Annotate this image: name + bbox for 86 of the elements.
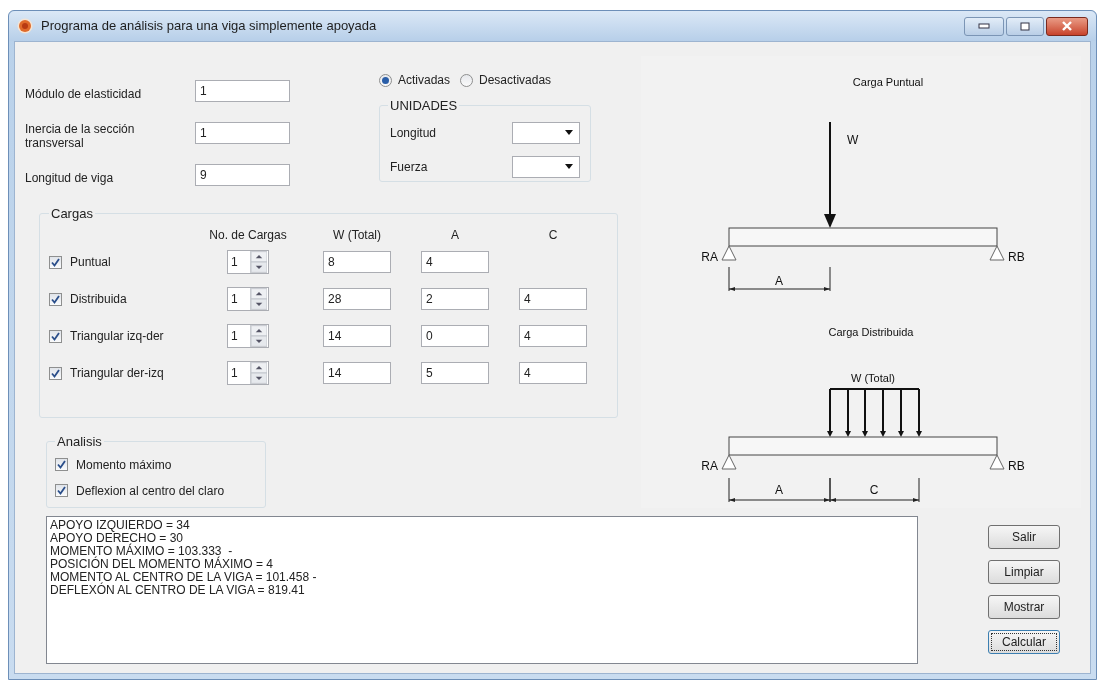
support-label: RA	[701, 250, 718, 264]
text-field[interactable]: 4	[519, 325, 587, 347]
text-field[interactable]: 8	[323, 251, 391, 273]
column-header: C	[548, 226, 558, 244]
column-header: No. de Cargas	[209, 226, 287, 244]
group-title: UNIDADES	[389, 97, 459, 115]
output-box[interactable]: APOYO IZQUIERDO = 34 APOYO DERECHO = 30 MOMENTO MÁXIMO = 103.333 - POSICIÓN DEL MOMENTO MÁXIMO = 4 MOMENTO AL CENTRO DE LA VIGA = 101.458 - DEFLEXÓN AL CENTRO DE LA VIGA = 819.41	[46, 516, 918, 664]
dimension-label: A	[775, 274, 783, 288]
dimension-label: C	[869, 483, 879, 497]
support-triangle	[989, 454, 1005, 470]
support-triangle	[721, 245, 737, 261]
radio-button[interactable]	[460, 73, 474, 87]
field-label: Módulo de elasticidad	[25, 87, 143, 101]
text-field[interactable]: 9	[195, 164, 290, 186]
option-label: Momento máximo	[76, 456, 172, 474]
text-field[interactable]: 14	[323, 325, 391, 347]
load-type-label: Distribuida	[70, 291, 127, 308]
output-line: APOYO IZQUIERDO = 34	[50, 519, 191, 532]
close-icon	[1061, 21, 1073, 31]
load-type-label: Triangular der-izq	[70, 365, 164, 382]
group-title: Analisis	[56, 433, 103, 451]
output-line: MOMENTO AL CENTRO DE LA VIGA = 101.458 -	[50, 571, 318, 584]
output-line: DEFLEXÓN AL CENTRO DE LA VIGA = 819.41	[50, 584, 306, 597]
caret-icon	[565, 164, 573, 169]
column-header: W (Total)	[333, 226, 381, 244]
diagram-title: Carga Puntual	[852, 76, 924, 88]
number-spinner[interactable]: 1	[227, 324, 269, 348]
load-label: W (Total)	[851, 372, 895, 384]
field-label: Longitud	[390, 124, 438, 142]
text-field[interactable]: 4	[519, 288, 587, 310]
dimension-label: A	[775, 483, 783, 497]
load-label: W	[847, 133, 859, 147]
minimize-button[interactable]	[964, 16, 1004, 36]
number-spinner[interactable]: 1	[227, 250, 269, 274]
checkbox[interactable]	[49, 366, 62, 380]
maximize-icon	[1020, 21, 1030, 31]
text-field[interactable]: 1	[195, 122, 290, 144]
checkbox[interactable]	[55, 484, 68, 497]
spin-arrows-icon	[250, 288, 267, 310]
diagram-title: Carga Distribuida	[828, 326, 914, 338]
support-label: RB	[1008, 459, 1025, 473]
support-triangle	[721, 454, 737, 470]
field-label: Inercia de la sección transversal	[25, 122, 136, 150]
load-type-label: Puntual	[70, 254, 111, 271]
number-spinner[interactable]: 1	[227, 287, 269, 311]
support-triangle	[989, 245, 1005, 261]
checkbox[interactable]	[49, 292, 62, 306]
support-label: RB	[1008, 250, 1025, 264]
checkbox[interactable]	[49, 255, 62, 269]
text-field[interactable]: 14	[323, 362, 391, 384]
output-line: MOMENTO MÁXIMO = 103.333 -	[50, 545, 233, 558]
support-label: RA	[701, 459, 718, 473]
column-header: A	[451, 226, 459, 244]
radio-label: Desactivadas	[479, 72, 552, 89]
action-button[interactable]: Mostrar	[988, 595, 1060, 619]
group-title: Cargas	[50, 205, 94, 223]
field-label: Longitud de viga	[25, 171, 115, 185]
action-button[interactable]: Limpiar	[988, 560, 1060, 584]
number-spinner[interactable]: 1	[227, 361, 269, 385]
text-field[interactable]: 28	[323, 288, 391, 310]
window-title: Programa de análisis para una viga simplemente apoyada	[41, 17, 377, 36]
spin-arrows-icon	[250, 325, 267, 347]
output-line: APOYO DERECHO = 30	[50, 532, 185, 545]
text-field[interactable]: 5	[421, 362, 489, 384]
text-field[interactable]: 0	[421, 325, 489, 347]
spin-arrows-icon	[250, 251, 267, 273]
minimize-icon	[978, 23, 990, 29]
text-field[interactable]: 1	[195, 80, 290, 102]
checkbox[interactable]	[55, 458, 68, 471]
text-field[interactable]: 2	[421, 288, 489, 310]
output-line: POSICIÓN DEL MOMENTO MÁXIMO = 4	[50, 558, 275, 571]
checkbox[interactable]	[49, 329, 62, 343]
text-field[interactable]: 4	[421, 251, 489, 273]
option-label: Deflexion al centro del claro	[76, 482, 225, 500]
field-label: Fuerza	[390, 158, 429, 176]
maximize-button[interactable]	[1006, 16, 1044, 36]
action-button[interactable]: Salir	[988, 525, 1060, 549]
radio-label: Activadas	[398, 72, 451, 89]
load-type-label: Triangular izq-der	[70, 328, 164, 345]
caret-icon	[565, 130, 573, 135]
app-icon	[17, 18, 33, 34]
close-button[interactable]	[1046, 16, 1088, 36]
radio-button[interactable]	[379, 73, 392, 87]
spin-arrows-icon	[250, 362, 267, 384]
action-button[interactable]: Calcular	[988, 630, 1060, 654]
text-field[interactable]: 4	[519, 362, 587, 384]
